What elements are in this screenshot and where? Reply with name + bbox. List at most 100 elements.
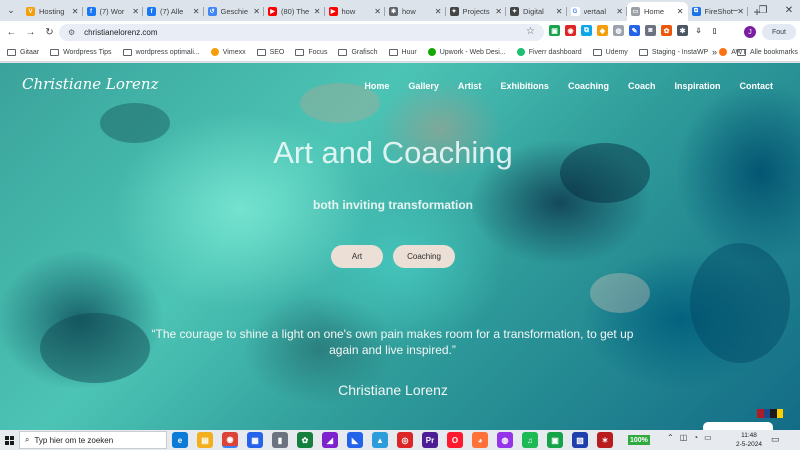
bookmark-item[interactable]: » Alle bookmarks [712, 47, 798, 57]
browser-tab[interactable]: ▶ how ✕ [325, 2, 386, 21]
adblock-icon[interactable]: ◉ [565, 25, 576, 36]
browser-tab[interactable]: f (7) Alle ✕ [143, 2, 204, 21]
close-tab-icon[interactable]: ✕ [72, 7, 79, 16]
tab-title[interactable]: (80) The [281, 7, 312, 16]
browser-tab[interactable]: ▭ Home ✕ [627, 2, 688, 21]
minimize-button[interactable]: – [722, 0, 748, 21]
tab-title[interactable]: (7) Alle [160, 7, 191, 16]
bookmark-label[interactable]: Focus [308, 49, 327, 56]
download-icon[interactable]: ⇩ [693, 25, 704, 36]
close-tab-icon[interactable]: ✕ [556, 7, 563, 16]
profile-error-button[interactable]: Fout [762, 24, 796, 40]
edge-icon[interactable]: e [172, 432, 188, 448]
display-icon[interactable]: ▭ [704, 433, 712, 442]
bookmark-label[interactable]: Upwork - Web Desi... [440, 49, 506, 56]
battery-indicator[interactable]: 100% [628, 435, 650, 445]
tab-title[interactable]: how [402, 7, 433, 16]
screen-icon[interactable]: ◎ [397, 432, 413, 448]
close-tab-icon[interactable]: ✕ [314, 7, 321, 16]
sidepanel-icon[interactable]: ▯ [709, 25, 720, 36]
tab-title[interactable]: Hosting [39, 7, 70, 16]
usb-icon[interactable]: ▮ [272, 432, 288, 448]
bookmark-star-icon[interactable]: ☆ [526, 26, 535, 37]
camera-icon[interactable]: ◙ [645, 25, 656, 36]
bookmark-item[interactable]: wordpress optimali... [122, 48, 200, 56]
app-purple-icon[interactable]: ◍ [497, 432, 513, 448]
bookmark-label[interactable]: Udemy [606, 49, 628, 56]
close-tab-icon[interactable]: ✕ [253, 7, 260, 16]
bookmark-item[interactable]: Vimexx [210, 48, 246, 56]
bookmark-item[interactable]: Gitaar [7, 48, 39, 56]
bookmark-item[interactable]: Staging - InstaWP [638, 48, 708, 56]
bookmark-item[interactable]: Huur [388, 48, 417, 56]
bookmark-label[interactable]: Alle bookmarks [750, 49, 798, 56]
affinity-icon[interactable]: ◢ [322, 432, 338, 448]
bookmark-item[interactable]: Focus [295, 48, 327, 56]
address-bar[interactable]: ⚙ christianelorenz.com ☆ [59, 24, 544, 41]
volume-icon[interactable]: ◔ [693, 433, 698, 442]
notifications-icon[interactable]: ▭ [771, 434, 780, 445]
chrome-icon[interactable]: ◉ [222, 432, 238, 448]
url-text[interactable]: christianelorenz.com [84, 28, 157, 37]
bookmark-label[interactable]: Staging - InstaWP [652, 49, 708, 56]
app-green-icon[interactable]: ▣ [547, 432, 563, 448]
bookmark-label[interactable]: Vimexx [223, 49, 246, 56]
extension-icon[interactable]: ▣ [549, 25, 560, 36]
search-placeholder[interactable]: Typ hier om te zoeken [34, 436, 113, 445]
nav-item-artist[interactable]: Artist [458, 81, 482, 91]
nav-item-inspiration[interactable]: Inspiration [674, 81, 720, 91]
network-icon[interactable]: ◫ [680, 433, 688, 442]
premiere-icon[interactable]: Pr [422, 432, 438, 448]
save-icon[interactable]: ▨ [572, 432, 588, 448]
nav-item-gallery[interactable]: Gallery [408, 81, 439, 91]
browser-tab[interactable]: f (7) Wor ✕ [83, 2, 144, 21]
app-red-icon[interactable]: ✶ [597, 432, 613, 448]
forward-icon[interactable]: → [21, 21, 40, 43]
browser-tab[interactable]: Gvertaal ✕ [567, 2, 628, 21]
tab-title[interactable]: Geschie [221, 7, 252, 16]
close-tab-icon[interactable]: ✕ [435, 7, 442, 16]
bookmark-label[interactable]: Gitaar [20, 49, 39, 56]
profile-avatar[interactable]: J [744, 26, 756, 38]
bookmark-item[interactable]: Upwork - Web Desi... [427, 48, 506, 56]
puzzle-icon[interactable]: ✱ [677, 25, 688, 36]
browser-tab[interactable]: ▶ (80) The ✕ [264, 2, 325, 21]
taskbar-search[interactable]: ⌕ Typ hier om te zoeken [19, 431, 167, 449]
close-window-button[interactable]: ✕ [776, 0, 800, 21]
bookmark-item[interactable]: Fiverr dashboard [516, 48, 582, 56]
browser-tab[interactable]: ✱ how ✕ [385, 2, 446, 21]
extension-blue-icon[interactable]: ✎ [629, 25, 640, 36]
close-tab-icon[interactable]: ✕ [495, 7, 502, 16]
taskbar-clock[interactable]: 11:48 2-5-2024 [732, 431, 766, 449]
tab-search-chevron-icon[interactable]: ⌄ [0, 0, 22, 21]
chat-widget[interactable] [703, 422, 773, 430]
file-explorer-icon[interactable]: ▤ [197, 432, 213, 448]
back-icon[interactable]: ← [2, 21, 21, 43]
bookmark-label[interactable]: Wordpress Tips [63, 49, 112, 56]
tab-title[interactable]: Digital [523, 7, 554, 16]
close-tab-icon[interactable]: ✕ [193, 7, 200, 16]
color-picker-icon[interactable]: ◆ [597, 25, 608, 36]
tab-title[interactable]: Projects [463, 7, 494, 16]
tab-title[interactable]: how [342, 7, 373, 16]
opera-icon[interactable]: O [447, 432, 463, 448]
bookmark-item[interactable]: Grafisch [338, 48, 378, 56]
bookmark-label[interactable]: wordpress optimali... [136, 49, 200, 56]
close-tab-icon[interactable]: ✕ [677, 7, 684, 16]
site-logo[interactable]: Christiane Lorenz [22, 75, 158, 93]
nav-item-exhibitions[interactable]: Exhibitions [500, 81, 549, 91]
photo-icon[interactable]: ▲ [372, 432, 388, 448]
bookmark-label[interactable]: SEO [270, 49, 285, 56]
tab-title[interactable]: (7) Wor [100, 7, 131, 16]
reload-icon[interactable]: ↻ [40, 21, 59, 43]
bookmark-item[interactable]: Udemy [592, 48, 628, 56]
browser-tab[interactable]: ↺ Geschie ✕ [204, 2, 265, 21]
screenshot-icon[interactable]: ⧉ [581, 25, 592, 36]
nav-item-home[interactable]: Home [364, 81, 389, 91]
app-icon[interactable]: ✿ [297, 432, 313, 448]
tab-title[interactable]: vertaal [584, 7, 615, 16]
chevron-up-icon[interactable]: ⌃ [667, 433, 674, 442]
start-button[interactable] [1, 430, 17, 450]
spotify-icon[interactable]: ♫ [522, 432, 538, 448]
nav-item-coaching[interactable]: Coaching [568, 81, 609, 91]
